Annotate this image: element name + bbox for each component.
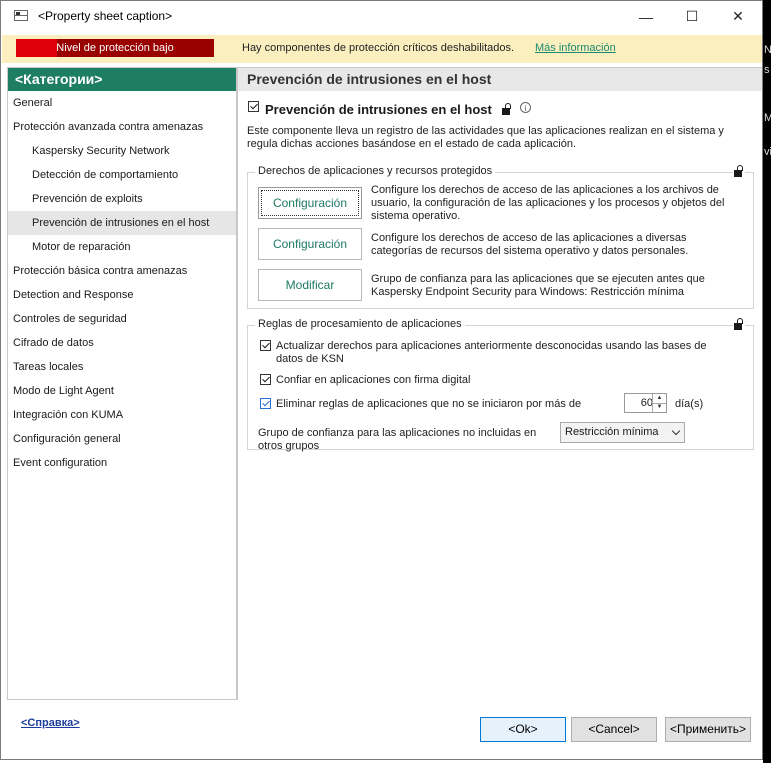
info-icon[interactable]: i	[520, 102, 531, 113]
sidebar-item[interactable]: Tareas locales	[8, 355, 236, 379]
ok-button[interactable]: <Ok>	[480, 717, 566, 742]
sidebar-item[interactable]: Configuración general	[8, 427, 236, 451]
update-rights-ksn-label-line1: Actualizar derechos para aplicaciones an…	[276, 340, 707, 352]
window-app-icon	[14, 10, 28, 21]
lock-icon[interactable]	[733, 318, 745, 330]
sidebar-item[interactable]: Kaspersky Security Network	[8, 139, 236, 163]
resources-description-line1: Configure los derechos de acceso de las …	[371, 232, 687, 244]
property-sheet-window: <Property sheet caption> — ☐ ✕ Nivel de …	[0, 0, 763, 760]
resources-config-button[interactable]: Configuración	[258, 228, 362, 260]
categories-header: <Категории>	[8, 68, 236, 91]
sidebar-item[interactable]: Event configuration	[8, 451, 236, 475]
rights-group-legend: Derechos de aplicaciones y recursos prot…	[255, 165, 496, 177]
modify-trust-group-button[interactable]: Modificar	[258, 269, 362, 301]
window-title: <Property sheet caption>	[38, 9, 173, 23]
sidebar-item[interactable]: Cifrado de datos	[8, 331, 236, 355]
lock-icon[interactable]	[501, 103, 513, 115]
days-stepper[interactable]: 60 ▲ ▼	[624, 393, 667, 413]
app-rights-description-line2: usuario, la configuración de las aplicac…	[371, 197, 725, 209]
help-link[interactable]: <Справка>	[21, 717, 80, 729]
component-description-line1: Este componente lleva un registro de las…	[247, 125, 724, 137]
sidebar-item[interactable]: Modo de Light Agent	[8, 379, 236, 403]
sidebar-item[interactable]: Detección de comportamiento	[8, 163, 236, 187]
trust-group-description-line2: Kaspersky Endpoint Security para Windows…	[371, 286, 685, 298]
close-button[interactable]: ✕	[715, 1, 761, 32]
lock-icon[interactable]	[733, 165, 745, 177]
app-rights-description-line1: Configure los derechos de acceso de las …	[371, 184, 719, 196]
app-rights-description-line3: sistema operativo.	[371, 210, 461, 222]
component-title: Prevención de intrusiones en el host	[265, 102, 492, 117]
background-window-strip: N s Ma vi	[763, 0, 771, 763]
minimize-button[interactable]: —	[623, 1, 669, 32]
cancel-button[interactable]: <Cancel>	[571, 717, 657, 742]
trust-group-select-label-line2: otros grupos	[258, 440, 320, 452]
update-rights-ksn-checkbox[interactable]	[260, 340, 271, 351]
resources-description-line2: categorías de recursos del sistema opera…	[371, 245, 689, 257]
rules-group-legend: Reglas de procesamiento de aplicaciones	[255, 318, 465, 330]
rights-group: Derechos de aplicaciones y recursos prot…	[247, 165, 754, 309]
update-rights-ksn-label-line2: datos de KSN	[276, 353, 344, 365]
bg-fragment: vi	[764, 146, 771, 158]
sidebar-item[interactable]: Protección avanzada contra amenazas	[8, 115, 236, 139]
title-bar[interactable]: <Property sheet caption> — ☐ ✕	[1, 1, 762, 32]
maximize-button[interactable]: ☐	[669, 1, 715, 32]
bg-fragment: Ma	[764, 112, 771, 124]
chevron-down-icon	[671, 426, 681, 436]
component-enable-checkbox[interactable]	[248, 101, 259, 112]
sidebar-item[interactable]: Controles de seguridad	[8, 307, 236, 331]
delete-unused-rules-checkbox[interactable]	[260, 398, 271, 409]
trust-signed-apps-label: Confiar en aplicaciones con firma digita…	[276, 374, 471, 386]
more-info-link[interactable]: Más información	[535, 42, 616, 54]
sidebar-item[interactable]: Motor de reparación	[8, 235, 236, 259]
trust-group-select[interactable]: Restricción mínima	[560, 422, 685, 443]
stepper-down-icon[interactable]: ▼	[652, 403, 666, 412]
sidebar-item[interactable]: Integración con KUMA	[8, 403, 236, 427]
trust-group-selected-value: Restricción mínima	[565, 426, 659, 438]
component-description-line2: regula dichas acciones basándose en el e…	[247, 138, 577, 150]
settings-panel: Prevención de intrusiones en el host Pre…	[237, 67, 762, 700]
section-title: Prevención de intrusiones en el host	[238, 68, 762, 91]
warning-bar: Nivel de protección bajo Hay componentes…	[2, 35, 762, 63]
days-value[interactable]: 60	[625, 394, 653, 412]
sidebar-item[interactable]: Detection and Response	[8, 283, 236, 307]
categories-sidebar: <Категории> General Protección avanzada c…	[7, 67, 237, 700]
warning-message: Hay componentes de protección críticos d…	[242, 42, 515, 54]
trust-group-select-label-line1: Grupo de confianza para las aplicaciones…	[258, 427, 537, 439]
app-rights-config-button[interactable]: Configuración	[258, 187, 362, 219]
days-unit-label: día(s)	[675, 398, 704, 410]
sidebar-item[interactable]: Protección básica contra amenazas	[8, 259, 236, 283]
sidebar-item[interactable]: Prevención de intrusiones en el host	[8, 211, 236, 235]
delete-unused-rules-label: Eliminar reglas de aplicaciones que no s…	[276, 398, 582, 410]
sidebar-item[interactable]: Prevención de exploits	[8, 187, 236, 211]
bg-fragment: s	[764, 64, 770, 76]
sidebar-item[interactable]: General	[8, 91, 236, 115]
trust-signed-apps-checkbox[interactable]	[260, 374, 271, 385]
trust-group-description-line1: Grupo de confianza para las aplicaciones…	[371, 273, 705, 285]
apply-button[interactable]: <Применить>	[665, 717, 751, 742]
protection-level-label: Nivel de protección bajo	[56, 42, 174, 54]
bg-fragment: N	[764, 44, 771, 56]
